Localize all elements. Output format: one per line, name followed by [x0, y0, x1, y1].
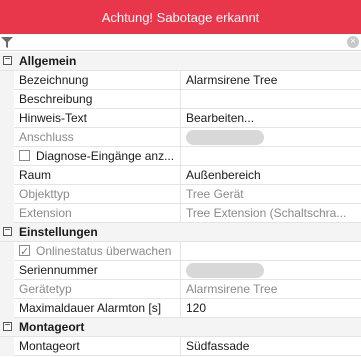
property-name: Extension	[19, 206, 72, 220]
row-gutter	[0, 109, 14, 128]
property-value	[180, 242, 361, 261]
property-row-beschreibung[interactable]: Beschreibung	[0, 90, 361, 109]
property-name: Bezeichnung	[19, 73, 89, 87]
property-row-bezeichnung[interactable]: Bezeichnung Alarmsirene Tree	[0, 71, 361, 90]
filter-icon[interactable]	[1, 37, 13, 48]
property-grid: − Allgemein Bezeichnung Alarmsirene Tree…	[0, 52, 361, 356]
row-gutter	[0, 128, 14, 147]
property-row-seriennummer[interactable]: Seriennummer	[0, 261, 361, 280]
property-row-extension: Extension Tree Extension (Schaltschra...	[0, 204, 361, 223]
property-value-input[interactable]: Südfassade	[180, 337, 361, 356]
alert-text: Achtung! Sabotage erkannt	[101, 9, 260, 25]
checkbox-label: Onlinestatus überwachen	[36, 244, 172, 258]
property-name: Beschreibung	[19, 92, 93, 106]
property-row-montageort[interactable]: Montageort Südfassade	[0, 337, 361, 356]
property-value-select[interactable]: Außenbereich	[180, 166, 361, 185]
property-value	[180, 147, 361, 166]
property-value: Alarmsirene Tree	[180, 280, 361, 299]
filter-bar: ×	[0, 34, 361, 51]
row-gutter	[0, 280, 14, 299]
property-row-hinweis-text[interactable]: Hinweis-Text Bearbeiten...	[0, 109, 361, 128]
clear-icon[interactable]: ×	[347, 36, 359, 48]
property-name: Onlinestatus überwachen	[19, 242, 179, 261]
checkbox-label: Diagnose-Eingänge anz...	[36, 149, 175, 163]
category-label: Allgemein	[19, 54, 77, 68]
category-label: Einstellungen	[19, 225, 98, 239]
row-gutter	[0, 185, 14, 204]
sabotage-alert-banner: Achtung! Sabotage erkannt	[0, 0, 361, 34]
property-name: Maximaldauer Alarmton [s]	[19, 301, 162, 315]
property-value: Tree Gerät	[180, 185, 361, 204]
row-gutter	[0, 337, 14, 356]
redacted-value	[186, 130, 264, 146]
edit-hint-link[interactable]: Bearbeiten...	[180, 109, 361, 128]
property-name: Hinweis-Text	[19, 111, 88, 125]
row-gutter	[0, 90, 14, 109]
property-value	[180, 261, 361, 280]
property-row-geraetetyp: Gerätetyp Alarmsirene Tree	[0, 280, 361, 299]
property-name: Diagnose-Eingänge anz...	[19, 147, 179, 166]
row-gutter	[0, 261, 14, 280]
row-gutter	[0, 71, 14, 90]
property-value-input[interactable]: Alarmsirene Tree	[180, 71, 361, 90]
property-name: Gerätetyp	[19, 282, 72, 296]
property-name: Raum	[19, 168, 52, 182]
row-gutter	[0, 166, 14, 185]
property-name: Seriennummer	[19, 263, 98, 277]
property-value-input[interactable]	[180, 90, 361, 109]
property-row-raum[interactable]: Raum Außenbereich	[0, 166, 361, 185]
redacted-value	[186, 263, 264, 279]
property-name: Anschluss	[19, 130, 74, 144]
property-row-alarmton[interactable]: Maximaldauer Alarmton [s] 120	[0, 299, 361, 318]
property-row-objekttyp: Objekttyp Tree Gerät	[0, 185, 361, 204]
property-row-diagnose[interactable]: Diagnose-Eingänge anz...	[0, 147, 361, 166]
row-gutter	[0, 204, 14, 223]
collapse-icon[interactable]: −	[3, 226, 12, 236]
property-value: Tree Extension (Schaltschra...	[180, 204, 361, 223]
property-name: Objekttyp	[19, 187, 70, 201]
property-value-input[interactable]: 120	[180, 299, 361, 318]
property-row-onlinestatus: Onlinestatus überwachen	[0, 242, 361, 261]
row-gutter	[0, 242, 14, 261]
category-label: Montageort	[19, 320, 85, 334]
category-einstellungen[interactable]: − Einstellungen	[0, 223, 361, 242]
category-allgemein[interactable]: − Allgemein	[0, 52, 361, 71]
row-gutter	[0, 299, 14, 318]
category-montageort[interactable]: − Montageort	[0, 318, 361, 337]
property-name: Montageort	[19, 339, 80, 353]
diagnose-checkbox[interactable]	[19, 150, 30, 162]
property-row-anschluss: Anschluss	[0, 128, 361, 147]
row-gutter	[0, 147, 14, 166]
onlinestatus-checkbox	[19, 243, 30, 261]
property-value	[180, 128, 361, 147]
collapse-icon[interactable]: −	[3, 55, 12, 65]
collapse-icon[interactable]: −	[3, 321, 12, 331]
